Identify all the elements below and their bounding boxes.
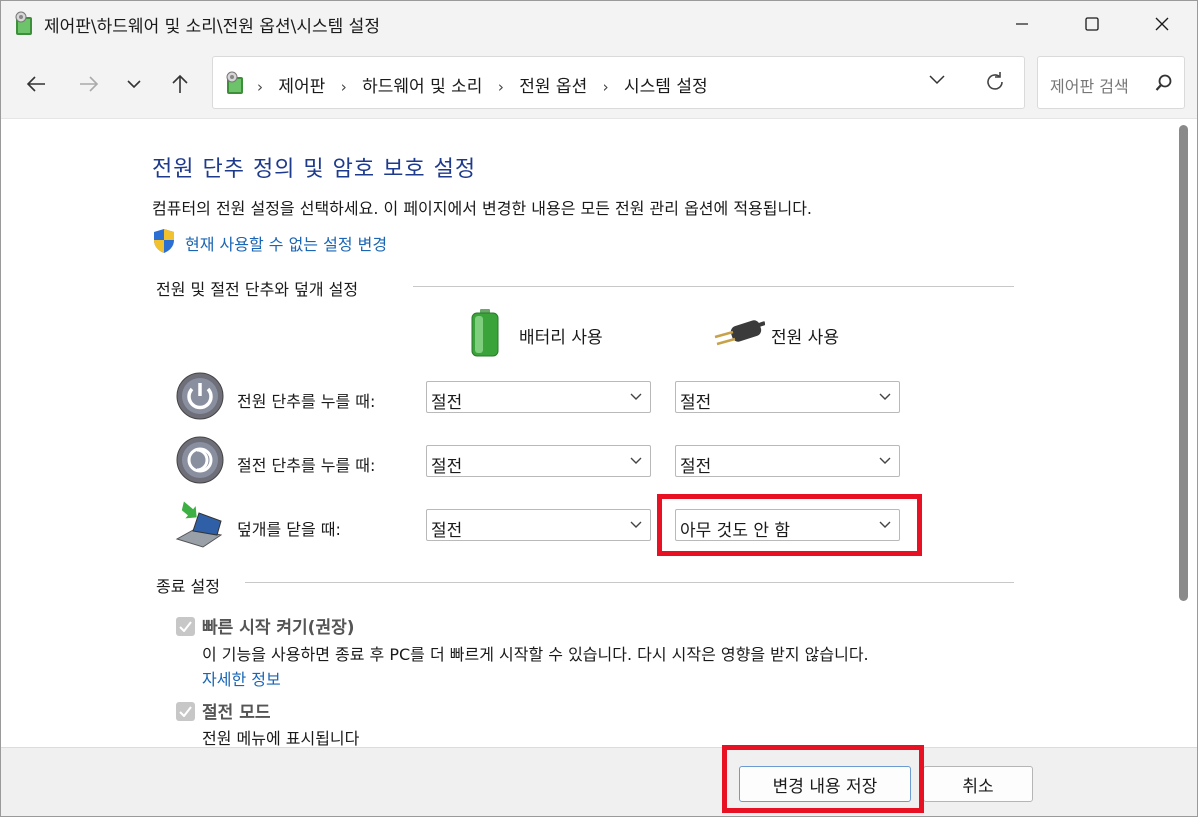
- section-title-shutdown: 종료 설정: [156, 577, 220, 596]
- power-plug-icon: [714, 320, 765, 346]
- arrow-up-icon: [172, 74, 188, 93]
- page-description: 컴퓨터의 전원 설정을 선택하세요. 이 페이지에서 변경한 내용은 모든 전원…: [152, 199, 813, 218]
- sleep-button-battery-select[interactable]: 절전: [426, 445, 651, 477]
- breadcrumb-separator: ›: [257, 78, 263, 96]
- chevron-down-icon: [879, 393, 891, 400]
- column-header-battery: 배터리 사용: [519, 328, 603, 348]
- recent-locations-button[interactable]: [119, 69, 149, 99]
- power-button-icon: [176, 372, 224, 420]
- sleep-button-ac-select[interactable]: 절전: [675, 445, 900, 477]
- row-label-lid-close: 덮개를 닫을 때:: [237, 520, 341, 539]
- navigation-bar: › 제어판 › 하드웨어 및 소리 › 전원 옵션 › 시스템 설정 제어판 검…: [1, 47, 1197, 119]
- fast-startup-description: 이 기능을 사용하면 종료 후 PC를 더 빠르게 시작할 수 있습니다. 다시…: [202, 645, 869, 664]
- select-value: 절전: [431, 393, 463, 413]
- breadcrumb-item-hardware-sound[interactable]: 하드웨어 및 소리: [362, 77, 482, 97]
- minimize-button[interactable]: [987, 1, 1057, 47]
- footer-bar: 변경 내용 저장 취소: [1, 747, 1197, 816]
- chevron-down-icon: [879, 457, 891, 464]
- address-bar[interactable]: › 제어판 › 하드웨어 및 소리 › 전원 옵션 › 시스템 설정: [212, 56, 1025, 109]
- minimize-icon: [1016, 23, 1028, 25]
- close-icon: [1155, 17, 1169, 31]
- forward-button[interactable]: [74, 69, 104, 99]
- highlight-box-lid-ac: [657, 494, 922, 556]
- breadcrumb-separator: ›: [497, 78, 504, 96]
- checkmark-icon: [179, 621, 192, 632]
- chevron-down-icon: [630, 457, 642, 464]
- search-icon[interactable]: [1155, 74, 1173, 92]
- select-value: 절전: [680, 457, 712, 477]
- maximize-icon: [1085, 17, 1099, 31]
- highlight-box-save: [722, 745, 924, 813]
- select-value: 절전: [431, 521, 463, 541]
- title-bar: 제어판\하드웨어 및 소리\전원 옵션\시스템 설정: [1, 1, 1197, 47]
- select-value: 절전: [680, 393, 712, 413]
- uac-shield-icon: [154, 229, 174, 253]
- vertical-scrollbar[interactable]: [1179, 125, 1188, 601]
- control-panel-window: 제어판\하드웨어 및 소리\전원 옵션\시스템 설정 › 제어판 › 하드웨어 …: [0, 0, 1198, 817]
- chevron-down-icon: [127, 80, 141, 89]
- breadcrumb-item-control-panel[interactable]: 제어판: [278, 77, 325, 97]
- section-title-power-buttons: 전원 및 절전 단추와 덮개 설정: [156, 280, 359, 299]
- column-header-ac-power: 전원 사용: [771, 328, 839, 348]
- control-panel-icon: [226, 71, 243, 94]
- breadcrumb: › 제어판 › 하드웨어 및 소리 › 전원 옵션 › 시스템 설정: [257, 72, 708, 97]
- chevron-down-icon: [630, 521, 642, 528]
- sleep-mode-checkbox[interactable]: [176, 702, 195, 721]
- fast-startup-label: 빠른 시작 켜기(권장): [202, 618, 355, 638]
- power-button-battery-select[interactable]: 절전: [426, 381, 651, 413]
- fast-startup-checkbox[interactable]: [176, 617, 195, 636]
- breadcrumb-separator: ›: [340, 78, 347, 96]
- maximize-button[interactable]: [1057, 1, 1127, 47]
- search-box[interactable]: 제어판 검색: [1037, 56, 1185, 109]
- more-info-link[interactable]: 자세한 정보: [202, 666, 281, 690]
- cancel-button[interactable]: 취소: [923, 766, 1033, 802]
- select-value: 절전: [431, 457, 463, 477]
- sleep-button-icon: [176, 436, 224, 484]
- address-history-chevron-icon[interactable]: [928, 73, 946, 85]
- power-button-ac-select[interactable]: 절전: [675, 381, 900, 413]
- arrow-right-icon: [80, 76, 99, 92]
- breadcrumb-item-system-settings[interactable]: 시스템 설정: [624, 77, 708, 97]
- checkmark-icon: [179, 706, 192, 717]
- section-divider: [413, 286, 1014, 287]
- refresh-icon[interactable]: [983, 70, 1007, 94]
- breadcrumb-separator: ›: [602, 78, 609, 96]
- arrow-left-icon: [26, 76, 45, 92]
- breadcrumb-item-power-options[interactable]: 전원 옵션: [519, 77, 587, 97]
- control-panel-icon: [15, 11, 32, 35]
- page-title: 전원 단추 정의 및 암호 보호 설정: [152, 157, 477, 182]
- change-unavailable-settings-link[interactable]: 현재 사용할 수 없는 설정 변경: [185, 231, 387, 255]
- battery-icon: [471, 309, 499, 357]
- up-button[interactable]: [165, 69, 195, 99]
- row-label-power-button: 전원 단추를 누를 때:: [237, 392, 376, 411]
- search-placeholder: 제어판 검색: [1050, 77, 1129, 96]
- chevron-down-icon: [630, 393, 642, 400]
- sleep-mode-label: 절전 모드: [202, 703, 271, 723]
- sleep-mode-description: 전원 메뉴에 표시됩니다: [202, 729, 360, 747]
- content-area: 전원 단추 정의 및 암호 보호 설정 컴퓨터의 전원 설정을 선택하세요. 이…: [1, 119, 1197, 747]
- close-button[interactable]: [1127, 1, 1197, 47]
- section-divider: [245, 582, 1014, 583]
- row-label-sleep-button: 절전 단추를 누를 때:: [237, 456, 376, 475]
- lid-close-battery-select[interactable]: 절전: [426, 509, 651, 541]
- laptop-lid-icon: [175, 501, 223, 548]
- window-title: 제어판\하드웨어 및 소리\전원 옵션\시스템 설정: [44, 17, 380, 37]
- back-button[interactable]: [21, 69, 51, 99]
